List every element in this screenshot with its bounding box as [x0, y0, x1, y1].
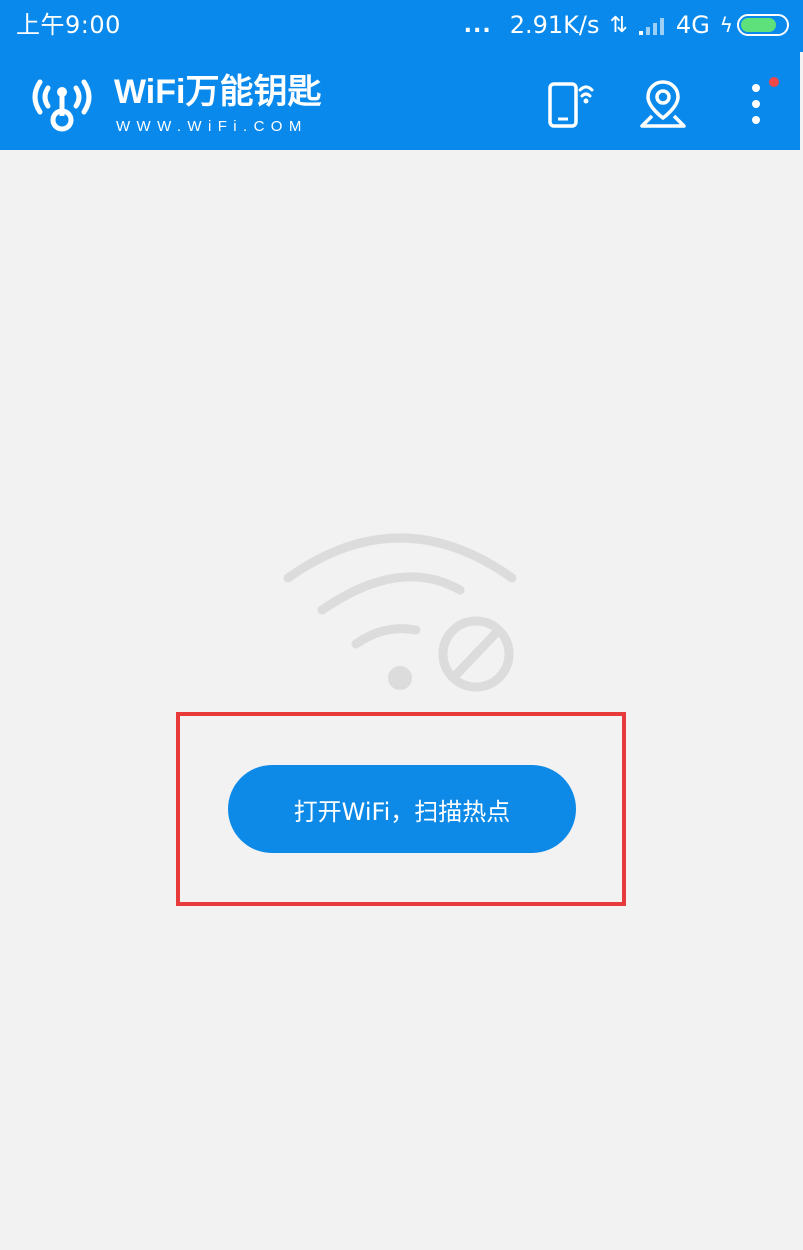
phone-signal-icon: [548, 82, 594, 128]
network-speed: 2.91K/s: [509, 11, 600, 39]
status-bar: 上午9:00 ... 2.91K/s ⇅ 4G ϟ: [0, 0, 803, 52]
app-logo-title: WiFi万能钥匙: [114, 73, 322, 111]
battery-level: [741, 18, 776, 32]
more-vertical-icon: [752, 77, 779, 124]
status-time: 上午9:00: [16, 11, 121, 39]
status-indicators: ... 2.91K/s ⇅ 4G ϟ: [464, 8, 789, 42]
data-transfer-icon: ⇅: [609, 12, 628, 38]
open-wifi-scan-button[interactable]: 打开WiFi，扫描热点: [228, 765, 576, 853]
wifi-disabled-icon: [283, 533, 517, 692]
phone-hotspot-button[interactable]: [542, 76, 596, 132]
charging-icon: ϟ: [719, 13, 733, 37]
app-logo-subtitle: WWW.WiFi.COM: [116, 118, 308, 135]
wifi-key-logo-icon: [32, 79, 92, 132]
nearby-map-button[interactable]: [636, 76, 690, 132]
map-location-icon: [640, 80, 686, 128]
more-menu-button[interactable]: [732, 76, 786, 132]
notification-dot: [769, 77, 779, 87]
battery-icon: [737, 14, 789, 36]
app-screen: 上午9:00 ... 2.91K/s ⇅ 4G ϟ WiFi万能钥匙 WWW.W…: [0, 0, 803, 1250]
signal-strength-icon: [638, 18, 664, 35]
notification-dots: ...: [463, 12, 492, 38]
app-bar: WiFi万能钥匙 WWW.WiFi.COM: [0, 52, 800, 150]
network-type: 4G: [675, 11, 710, 39]
